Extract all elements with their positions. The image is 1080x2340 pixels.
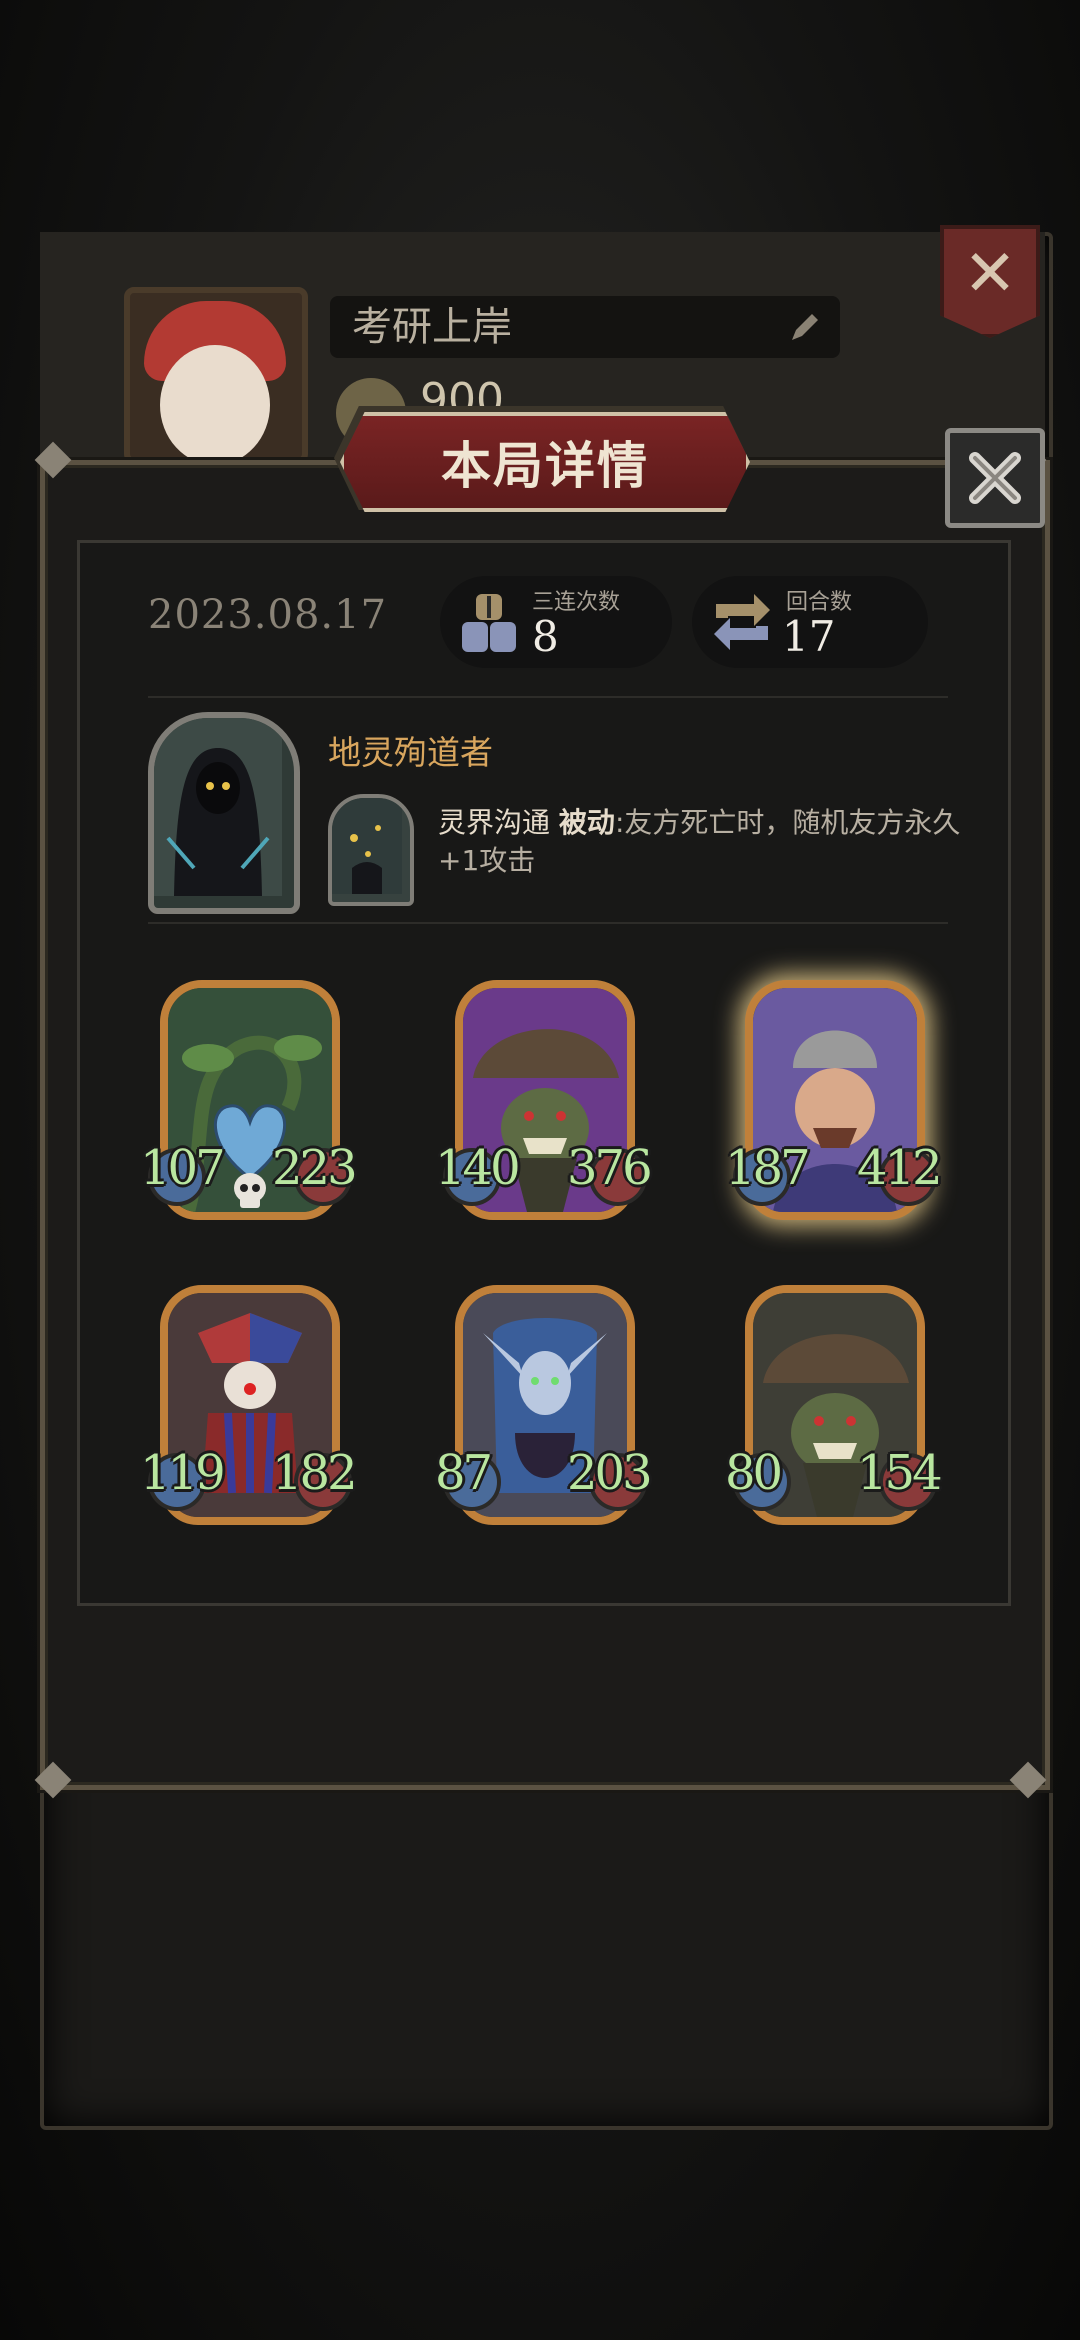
unit-health: 376 [567,1140,653,1196]
avatar-face [160,345,270,458]
skill-description: 灵界沟通 被动:友方死亡时，随机友方永久+1攻击 [438,804,978,880]
unit-attack: 187 [725,1140,811,1196]
pencil-icon[interactable] [788,310,822,344]
skill-type: 被动 [558,806,615,839]
avatar [124,287,308,464]
skull-icon [234,1173,266,1208]
divider [148,922,948,924]
dialog-title: 本局详情 [441,437,649,495]
rounds-icon [714,594,770,650]
skill-name: 灵界沟通 [438,806,551,839]
hero-portrait[interactable] [148,712,300,914]
unit-health: 412 [857,1140,943,1196]
unit-card[interactable]: 187 412 [725,980,943,1220]
divider [148,696,948,698]
unit-attack: 140 [435,1140,521,1196]
unit-health: 182 [272,1445,358,1501]
close-icon [969,452,1021,504]
skill-icon[interactable] [328,794,414,906]
rounds-value: 17 [782,612,836,661]
profile-close-button[interactable]: ✕ [940,225,1040,338]
unit-attack: 119 [140,1445,226,1501]
hooded-figure-icon [154,718,282,896]
hero-name: 地灵殉道者 [328,733,493,772]
unit-card[interactable]: 87 203 [435,1285,653,1525]
unit-card[interactable]: 140 376 [435,980,653,1220]
unit-attack: 107 [140,1140,226,1196]
unit-card[interactable]: 107 223 [140,980,358,1220]
triple-icon [462,594,516,652]
unit-card[interactable]: 80 154 [725,1285,943,1525]
username-field[interactable]: 考研上岸 [330,296,840,358]
close-button[interactable] [945,428,1045,528]
triple-value: 8 [532,612,559,661]
unit-card[interactable]: 119 182 [140,1285,358,1525]
unit-attack: 80 [725,1445,783,1501]
username-text: 考研上岸 [352,304,512,350]
unit-health: 203 [567,1445,653,1501]
spirit-skill-icon [332,798,402,894]
title-banner: 本局详情 [340,412,750,512]
unit-health: 154 [857,1445,943,1501]
unit-attack: 87 [435,1445,493,1501]
unit-health: 223 [272,1140,358,1196]
match-date: 2023.08.17 [148,592,388,638]
